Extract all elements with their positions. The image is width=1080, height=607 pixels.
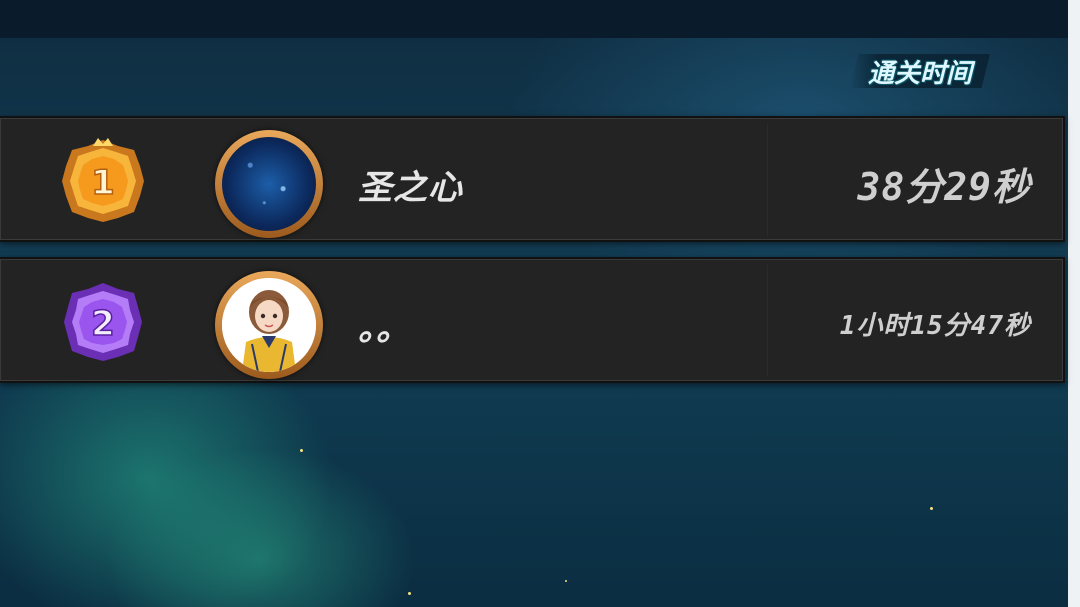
anime-girl-avatar-image bbox=[222, 278, 316, 372]
anime-girl-icon bbox=[222, 278, 316, 372]
rank-2-badge-icon: 2 bbox=[64, 283, 142, 361]
star-decoration bbox=[408, 592, 411, 595]
galaxy-avatar-image bbox=[222, 137, 316, 231]
star-decoration bbox=[930, 507, 933, 510]
clear-time-header: 通关时间 bbox=[850, 54, 990, 88]
star-decoration bbox=[300, 449, 303, 452]
clear-time-value: 1小时15分47秒 bbox=[839, 311, 1031, 341]
rank-1-badge-icon: 1 bbox=[62, 138, 144, 222]
column-divider bbox=[767, 124, 768, 236]
player-avatar[interactable] bbox=[215, 130, 323, 238]
leaderboard-row-1[interactable]: 1 圣之心 38分29秒 bbox=[0, 116, 1065, 242]
star-decoration bbox=[565, 580, 567, 582]
top-bar bbox=[0, 0, 1080, 38]
column-divider bbox=[767, 265, 768, 377]
player-avatar[interactable] bbox=[215, 271, 323, 379]
rank-1-number: 1 bbox=[91, 163, 115, 203]
clear-time-value: 38分29秒 bbox=[857, 165, 1031, 209]
right-edge bbox=[1068, 0, 1080, 607]
rank-2-number: 2 bbox=[91, 304, 115, 344]
leaderboard-row-2[interactable]: 2 。。 1小时15分47秒 bbox=[0, 257, 1065, 383]
player-name: 圣之心 bbox=[358, 168, 463, 208]
player-name: 。。 bbox=[358, 309, 411, 349]
